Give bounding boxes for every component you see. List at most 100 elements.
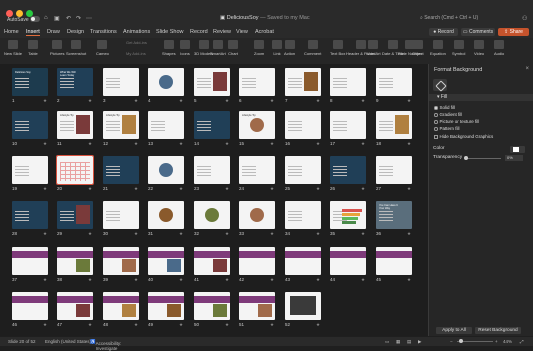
slide-thumbnail[interactable]	[12, 201, 48, 229]
fill-option-solid-fill[interactable]: Solid fill	[434, 105, 455, 110]
tab-insert[interactable]: Insert	[26, 29, 40, 36]
checkbox[interactable]	[434, 135, 438, 139]
slide-sorter-view-icon[interactable]: ▦	[396, 339, 400, 345]
slide-thumbnail[interactable]: What We Will Learn Today	[57, 68, 93, 96]
slide-thumbnail[interactable]	[148, 247, 184, 275]
tab-record[interactable]: Record	[190, 29, 208, 35]
icons-button[interactable]: Icons	[180, 40, 190, 56]
slide-thumbnail[interactable]	[285, 201, 321, 229]
fill-section-header[interactable]: ▾ Fill	[429, 94, 533, 101]
slide-thumbnail[interactable]	[148, 111, 184, 139]
tab-home[interactable]: Home	[4, 29, 19, 35]
shapes-button[interactable]: Shapes	[162, 40, 176, 56]
fill-option-gradient-fill[interactable]: Gradient fill	[434, 112, 462, 117]
tab-design[interactable]: Design	[67, 29, 84, 35]
fill-option-picture-or-texture-fill[interactable]: Picture or texture fill	[434, 119, 479, 124]
profile-icon[interactable]: ⚇	[522, 15, 527, 22]
slide-thumbnail[interactable]	[194, 156, 230, 184]
redo-icon[interactable]: ↷	[76, 15, 81, 22]
new-slide-button[interactable]: New Slide	[4, 40, 22, 56]
slide-thumbnail[interactable]	[330, 111, 366, 139]
autosave-toggle[interactable]	[30, 16, 40, 22]
slide-thumbnail[interactable]	[239, 68, 275, 96]
slide-thumbnail[interactable]	[376, 68, 412, 96]
radio-button[interactable]	[434, 113, 438, 117]
slide-thumbnail[interactable]	[376, 111, 412, 139]
slide-thumbnail[interactable]: Lifestyle Tip	[239, 111, 275, 139]
close-window-button[interactable]	[6, 10, 13, 17]
fit-to-window-icon[interactable]: ⤢	[520, 339, 524, 344]
add-ins-button[interactable]: Get Add-ins	[126, 40, 147, 45]
table-button[interactable]: Table	[28, 40, 38, 56]
pictures-button[interactable]: Pictures	[50, 40, 64, 56]
language-status[interactable]: English (United States)	[45, 339, 91, 344]
transparency-input[interactable]: 0%	[505, 155, 523, 161]
accessibility-status[interactable]: ♿ Accessibility: Investigate	[90, 339, 121, 351]
apply-to-all-button[interactable]: Apply to All	[436, 327, 472, 334]
slide-thumbnail[interactable]	[376, 247, 412, 275]
radio-button[interactable]	[434, 120, 438, 124]
save-icon[interactable]: ▣	[54, 15, 60, 22]
slide-thumbnail[interactable]	[57, 201, 93, 229]
slide-thumbnail[interactable]	[148, 292, 184, 320]
wordart-button[interactable]: WordArt	[366, 40, 381, 56]
slide-thumbnail[interactable]	[239, 292, 275, 320]
slide-thumbnail[interactable]	[148, 201, 184, 229]
cameo-button[interactable]: Cameo	[96, 40, 109, 56]
slide-thumbnail[interactable]	[285, 68, 321, 96]
slide-thumbnail[interactable]	[285, 292, 321, 320]
undo-icon[interactable]: ↶	[66, 15, 71, 22]
slide-thumbnail[interactable]	[148, 68, 184, 96]
slide-thumbnail[interactable]	[239, 247, 275, 275]
slide-thumbnail[interactable]: You Can Have It Your Way	[376, 201, 412, 229]
tab-acrobat[interactable]: Acrobat	[255, 29, 274, 35]
record-button[interactable]: ● Record	[429, 28, 458, 36]
minimize-window-button[interactable]	[16, 10, 23, 17]
chart-button[interactable]: Chart	[228, 40, 238, 56]
share-button[interactable]: ⇪ Share	[498, 28, 529, 36]
tab-view[interactable]: View	[236, 29, 248, 35]
slideshow-view-icon[interactable]: ▶	[418, 339, 421, 345]
slide-thumbnail[interactable]	[103, 201, 139, 229]
tab-animations[interactable]: Animations	[123, 29, 150, 35]
slide-thumbnail[interactable]	[194, 292, 230, 320]
slide-thumbnail[interactable]	[330, 201, 366, 229]
transparency-slider[interactable]	[466, 158, 501, 159]
slide-thumbnail[interactable]: Lifestyle Tip	[57, 111, 93, 139]
my-add-ins-button[interactable]: My Add-ins	[126, 51, 146, 56]
slide-thumbnail[interactable]	[103, 292, 139, 320]
slide-thumbnail[interactable]	[103, 156, 139, 184]
transparency-slider-knob[interactable]	[464, 156, 468, 160]
slide-thumbnail[interactable]	[103, 68, 139, 96]
tab-draw[interactable]: Draw	[47, 29, 60, 35]
slide-thumbnail[interactable]	[12, 247, 48, 275]
slide-thumbnail[interactable]	[194, 111, 230, 139]
reset-background-button[interactable]: Reset Background	[475, 327, 521, 334]
reading-view-icon[interactable]: ▤	[407, 339, 411, 345]
slide-thumbnail[interactable]	[285, 247, 321, 275]
slide-thumbnail[interactable]	[194, 247, 230, 275]
audio-button[interactable]: Audio	[494, 40, 504, 56]
video-button[interactable]: Video	[474, 40, 484, 56]
slide-thumbnail[interactable]	[57, 292, 93, 320]
slide-thumbnail[interactable]	[12, 156, 48, 184]
slide-thumbnail[interactable]	[330, 68, 366, 96]
text-box-button[interactable]: Text Box	[330, 40, 345, 56]
action-button[interactable]: Action	[284, 40, 295, 56]
slide-thumbnail[interactable]	[12, 111, 48, 139]
fill-tab-icon[interactable]	[433, 79, 447, 91]
slide-thumbnail[interactable]: Delicious Soy	[12, 68, 48, 96]
screenshot-button[interactable]: Screenshot	[66, 40, 86, 56]
equation-button[interactable]: Equation	[430, 40, 446, 56]
home-icon[interactable]: ⌂	[44, 15, 48, 21]
zoom-slider-knob[interactable]	[459, 339, 463, 343]
slide-sorter[interactable]: Delicious Soy 1 ★ What We Will Learn Today 2…	[0, 64, 428, 336]
slide-thumbnail[interactable]	[239, 201, 275, 229]
fill-option-hide-background-graphics[interactable]: Hide Background Graphics	[434, 134, 493, 139]
slide-thumbnail[interactable]	[330, 156, 366, 184]
slide-thumbnail[interactable]	[285, 156, 321, 184]
zoom-in-icon[interactable]: +	[495, 339, 498, 344]
radio-button[interactable]	[434, 106, 438, 110]
more-icon[interactable]: ⋯	[86, 15, 92, 22]
smartart-button[interactable]: SmartArt	[210, 40, 226, 56]
